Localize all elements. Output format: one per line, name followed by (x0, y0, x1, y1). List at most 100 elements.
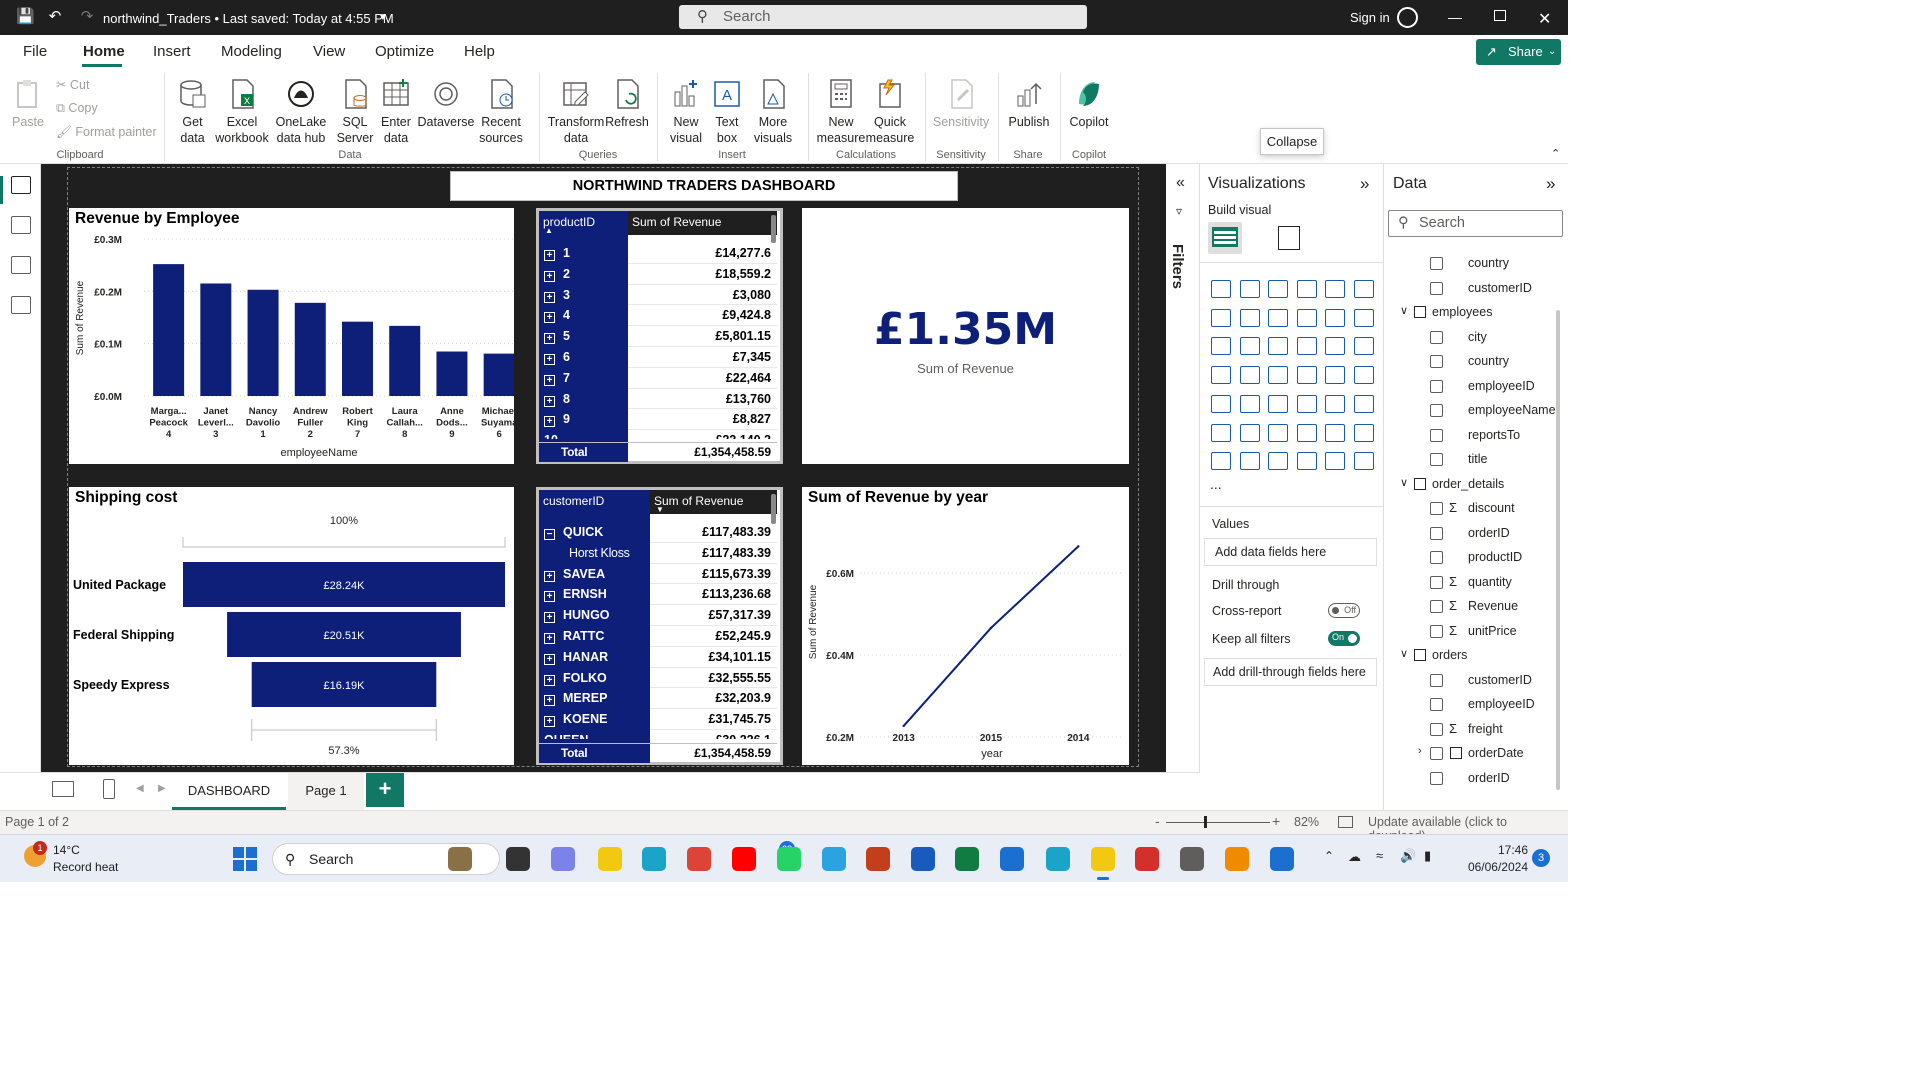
filters-pane-collapsed[interactable]: « ▿ Filters (1166, 164, 1200, 810)
cross-report-toggle[interactable]: Off (1328, 603, 1360, 618)
bar[interactable] (247, 289, 279, 396)
dataverse-button[interactable]: Dataverse (416, 78, 476, 130)
new-slicer-icon[interactable] (1268, 452, 1289, 471)
card-icon[interactable] (1354, 366, 1374, 385)
field-checkbox[interactable] (1430, 747, 1443, 760)
table-row[interactable]: + KOENE £31,745.75 (539, 709, 777, 730)
field-checkbox[interactable] (1430, 428, 1443, 442)
text-box-button[interactable]: A Text box (708, 78, 746, 146)
field-checkbox[interactable] (1430, 698, 1443, 711)
field-checkbox[interactable] (1430, 673, 1443, 687)
values-well[interactable]: Add data fields here (1204, 538, 1377, 566)
shipping-cost-visual[interactable]: Shipping cost 100% £28.24K United Package £… (69, 487, 514, 765)
maximize-icon[interactable] (1494, 10, 1506, 21)
expand-chevron-icon[interactable]: › (1418, 745, 1422, 757)
notification-badge[interactable]: 3 (1532, 849, 1550, 867)
filled-map-icon[interactable] (1268, 366, 1289, 385)
collapse-icon[interactable]: » (1546, 174, 1555, 194)
expand-row-icon[interactable]: + (544, 674, 555, 686)
table-row[interactable]: +4 £9,424.8 (539, 305, 777, 327)
field-name[interactable]: orderDate (1468, 746, 1524, 760)
100-area-icon[interactable] (1296, 308, 1317, 327)
narrative-icon[interactable] (1325, 423, 1346, 442)
table-row[interactable]: +5 £5,801.15 (539, 326, 777, 347)
get-data-button[interactable]: Get data (170, 78, 215, 146)
table-row[interactable]: +9 £8,827 (539, 409, 777, 431)
sql-server-button[interactable]: SQL Server (334, 78, 376, 146)
build-visual-tab[interactable] (1208, 222, 1242, 254)
table-row[interactable]: Horst Kloss £117,483.39 (539, 543, 777, 564)
app-icon[interactable] (1000, 847, 1024, 871)
field-name[interactable]: title (1468, 452, 1487, 466)
teams-chat-icon[interactable] (551, 847, 575, 871)
field-name[interactable]: employeeID (1468, 697, 1535, 711)
copilot-button[interactable]: Copilot (1064, 78, 1114, 130)
key-influencers-icon[interactable] (1239, 423, 1260, 442)
bar[interactable] (342, 321, 373, 396)
clock-time[interactable]: 17:46 (1468, 843, 1528, 857)
revenue-by-employee-visual[interactable]: Revenue by Employee £0.0M £0.1M £0.2M £0.3M… (69, 208, 514, 464)
volume-icon[interactable]: 🔊 (1400, 848, 1416, 864)
menu-help[interactable]: Help (464, 43, 495, 60)
customer-revenue-table[interactable]: customerID Sum of Revenue ▼ − QUICK £117,483.… (536, 487, 783, 765)
zoom-in-icon[interactable]: + (1272, 813, 1280, 829)
table-row[interactable]: + FOLKO £32,555.55 (539, 668, 777, 689)
100-column-icon[interactable] (1354, 280, 1374, 298)
table-row[interactable]: +3 £3,080 (539, 285, 777, 306)
power-apps-icon[interactable] (1325, 452, 1346, 471)
table-row[interactable]: +6 £7,345 (539, 347, 777, 368)
word-icon[interactable] (911, 847, 935, 871)
donut-icon[interactable] (1354, 337, 1374, 356)
chevron-down-icon[interactable]: ▼ (374, 9, 392, 27)
excel-workbook-button[interactable]: X Excel workbook (213, 78, 271, 146)
publish-button[interactable]: Publish (1005, 78, 1053, 130)
r-visual-icon[interactable] (1354, 394, 1374, 413)
expand-icon[interactable]: « (1176, 174, 1185, 192)
100-bar-icon[interactable] (1325, 280, 1346, 298)
search-box[interactable]: ⚲ Search (679, 5, 1087, 29)
field-name[interactable]: customerID (1468, 281, 1532, 295)
stacked-column-icon[interactable] (1239, 280, 1260, 298)
waterfall-icon[interactable] (1239, 337, 1260, 356)
close-icon[interactable]: ✕ (1538, 9, 1551, 29)
wifi-icon[interactable]: ≈ (1376, 848, 1383, 863)
more-visuals-button[interactable]: More visuals (748, 78, 798, 146)
menu-modeling[interactable]: Modeling (221, 43, 282, 60)
tab-dashboard[interactable]: DASHBOARD (172, 773, 286, 810)
expand-chevron-icon[interactable]: ∨ (1400, 304, 1408, 317)
treemap-icon[interactable] (1211, 366, 1231, 385)
data-search-input[interactable]: ⚲ Search (1388, 210, 1563, 237)
more-visuals-ellipsis[interactable]: ... (1210, 476, 1222, 492)
table-row[interactable]: + RATTC £52,245.9 (539, 626, 777, 647)
notepad-icon[interactable] (1270, 847, 1294, 871)
field-checkbox[interactable] (1430, 257, 1443, 270)
expand-chevron-icon[interactable]: ∨ (1400, 647, 1408, 660)
menu-insert[interactable]: Insert (153, 43, 191, 60)
pie-icon[interactable] (1325, 337, 1346, 356)
redo-icon[interactable]: ↷ (78, 8, 96, 26)
field-name[interactable]: quantity (1468, 575, 1512, 589)
field-checkbox[interactable] (1430, 600, 1443, 613)
expand-row-icon[interactable]: + (544, 354, 555, 365)
decomposition-tree-icon[interactable] (1268, 423, 1289, 442)
file-explorer-icon[interactable] (598, 847, 622, 871)
menu-optimize[interactable]: Optimize (375, 43, 434, 60)
table-row[interactable]: +2 £18,559.2 (539, 264, 777, 285)
table-row[interactable]: − QUICK £117,483.39 (539, 522, 777, 543)
transform-data-button[interactable]: Transform data (547, 78, 605, 146)
undo-icon[interactable]: ↶ (46, 8, 64, 26)
expand-row-icon[interactable]: + (544, 250, 555, 261)
clustered-column-icon[interactable] (1296, 280, 1317, 298)
next-page-icon[interactable]: ▶ (158, 783, 166, 794)
field-checkbox[interactable] (1430, 575, 1443, 589)
mobile-layout-icon[interactable] (103, 779, 115, 799)
expand-row-icon[interactable]: + (544, 612, 555, 624)
table-row[interactable]: +1 £14,277.6 (539, 243, 777, 264)
network-icon[interactable]: ☁ (1348, 849, 1361, 865)
paginated-report-icon[interactable] (1211, 452, 1231, 471)
expand-row-icon[interactable]: + (544, 374, 555, 386)
dax-query-icon[interactable] (11, 296, 31, 314)
share-button[interactable]: ↗ Share ⌄ (1476, 39, 1561, 65)
expand-row-icon[interactable]: + (544, 591, 555, 603)
qa-icon[interactable] (1296, 423, 1317, 442)
